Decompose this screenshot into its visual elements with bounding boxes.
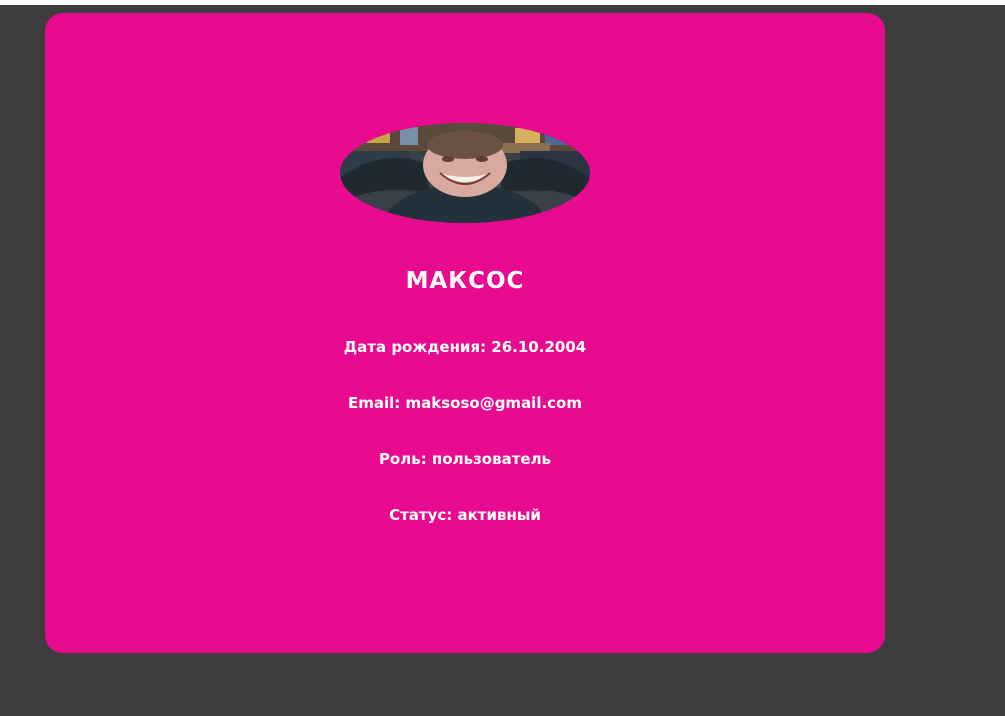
status-text: Статус: активный xyxy=(389,506,541,524)
role-text: Роль: пользователь xyxy=(378,450,552,468)
profile-name: МАКСОС xyxy=(405,268,525,294)
browser-top-strip xyxy=(0,0,1005,5)
email-text: Email: maksoso@gmail.com xyxy=(348,394,582,412)
profile-card: МАКСОС Дата рождения: 26.10.2004 Email: … xyxy=(45,13,885,653)
birth-date-text: Дата рождения: 26.10.2004 xyxy=(343,338,587,356)
profile-avatar xyxy=(340,123,590,223)
avatar-photo-icon xyxy=(340,123,590,223)
